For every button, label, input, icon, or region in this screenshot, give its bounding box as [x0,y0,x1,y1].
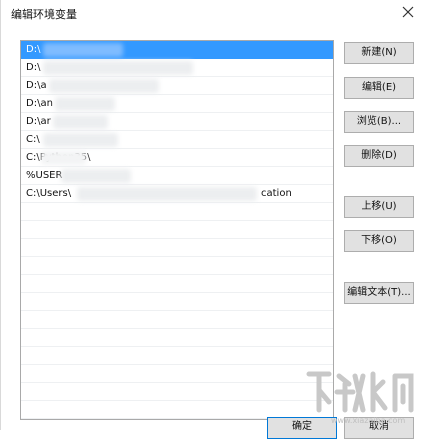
delete-button[interactable]: 删除(D) [344,145,414,167]
list-item-empty[interactable] [21,383,333,401]
list-item-text: C:\ [26,134,40,145]
close-icon [402,6,414,18]
edit-text-button[interactable]: 编辑文本(T)... [344,282,414,304]
list-item-suffix: cation [261,188,292,199]
list-item-empty[interactable] [21,329,333,347]
list-item[interactable]: D:\ [21,59,333,77]
redaction-blur [61,169,131,183]
redaction-blur [43,133,118,147]
list-item-text: C:\Users\ [26,188,72,199]
close-button[interactable] [400,4,416,20]
list-item-empty[interactable] [21,257,333,275]
list-item[interactable]: C:\ [21,131,333,149]
list-item[interactable]: D:\an [21,95,333,113]
redaction-blur [53,115,108,129]
path-list[interactable]: D:\ D:\ D:\a D:\an D:\ar C:\ C:\Python35… [20,40,334,420]
list-item[interactable]: D:\ [21,41,333,59]
move-down-button[interactable]: 下移(O) [344,230,414,252]
list-item-empty[interactable] [21,275,333,293]
redaction-blur [77,187,257,201]
list-item[interactable]: %USER [21,167,333,185]
redaction-blur [55,97,115,111]
list-item-empty[interactable] [21,203,333,221]
list-item-empty[interactable] [21,311,333,329]
dialog-title: 编辑环境变量 [11,8,77,21]
move-up-button[interactable]: 上移(U) [344,196,414,218]
list-item-text: D:\ar [26,116,51,127]
list-item[interactable]: D:\ar [21,113,333,131]
edit-button[interactable]: 编辑(E) [344,77,414,99]
list-item[interactable]: D:\a [21,77,333,95]
list-item-text: D:\a [26,80,47,91]
list-item-empty[interactable] [21,365,333,383]
redaction-blur [49,79,159,93]
list-item-text: D:\ [26,62,41,73]
redaction-blur [43,43,123,57]
list-item-empty[interactable] [21,293,333,311]
list-item-text: %USER [26,170,63,181]
ok-button[interactable]: 确定 [267,417,337,439]
redaction-blur [43,61,193,75]
list-item-empty[interactable] [21,239,333,257]
list-item-text: D:\an [26,98,53,109]
title-bar[interactable]: 编辑环境变量 [1,0,424,26]
edit-env-var-dialog: 编辑环境变量 D:\ D:\ D:\a D:\an D:\ar C:\ %USE… [0,0,424,439]
list-item-empty[interactable] [21,347,333,365]
redaction-blur [41,151,86,165]
new-button[interactable]: 新建(N) [344,42,414,64]
watermark-url: www.xiazaiba.com [331,416,406,425]
list-item-empty[interactable] [21,221,333,239]
list-item[interactable]: C:\Python35\ [21,149,333,167]
list-item[interactable]: C:\Users\ cation [21,185,333,203]
list-item-text: D:\ [26,44,41,55]
browse-button[interactable]: 浏览(B)... [344,111,414,133]
